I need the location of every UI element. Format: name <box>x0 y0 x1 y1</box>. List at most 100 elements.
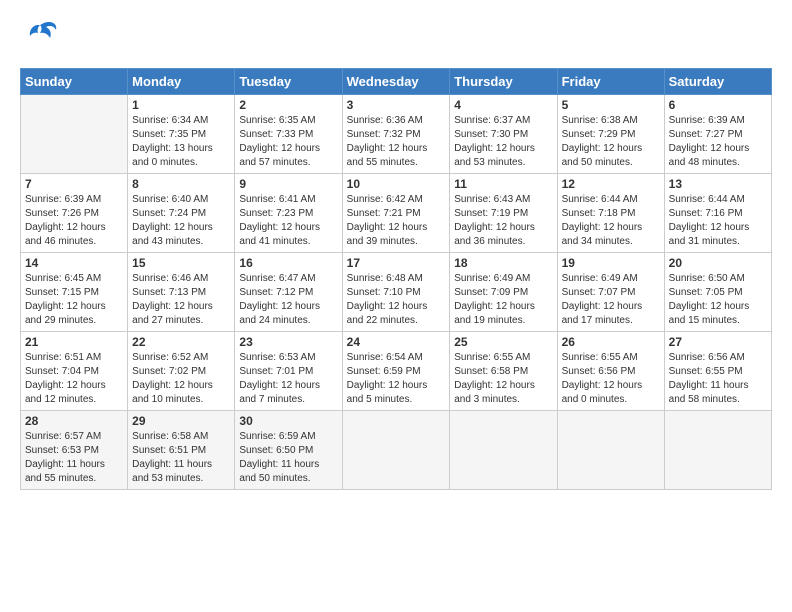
day-info: Sunrise: 6:52 AM Sunset: 7:02 PM Dayligh… <box>132 351 230 407</box>
day-info: Sunrise: 6:58 AM Sunset: 6:51 PM Dayligh… <box>132 430 230 486</box>
day-info: Sunrise: 6:36 AM Sunset: 7:32 PM Dayligh… <box>347 114 446 170</box>
calendar-cell: 16Sunrise: 6:47 AM Sunset: 7:12 PM Dayli… <box>235 253 342 332</box>
calendar-cell: 12 Sunrise: 6:44 AM Sunset: 7:18 PM Dayli… <box>557 174 664 253</box>
calendar-cell <box>342 411 450 490</box>
week-row-1: 1 Sunrise: 6:34 AM Sunset: 7:35 PM Daylig… <box>21 95 772 174</box>
calendar-cell: 23 Sunrise: 6:53 AM Sunset: 7:01 PM Dayli… <box>235 332 342 411</box>
calendar-cell: 28 Sunrise: 6:57 AM Sunset: 6:53 PM Dayli… <box>21 411 128 490</box>
day-info: Sunrise: 6:39 AM Sunset: 7:26 PM Dayligh… <box>25 193 123 249</box>
day-info: Sunrise: 6:34 AM Sunset: 7:35 PM Dayligh… <box>132 114 230 170</box>
weekday-header-wednesday: Wednesday <box>342 69 450 95</box>
day-info: Sunrise: 6:55 AM Sunset: 6:58 PM Dayligh… <box>454 351 552 407</box>
day-number: 14 <box>25 256 123 270</box>
logo <box>20 16 68 60</box>
calendar-cell: 11 Sunrise: 6:43 AM Sunset: 7:19 PM Dayli… <box>450 174 557 253</box>
day-number: 19 <box>562 256 660 270</box>
calendar-cell: 14 Sunrise: 6:45 AM Sunset: 7:15 PM Dayli… <box>21 253 128 332</box>
week-row-4: 21 Sunrise: 6:51 AM Sunset: 7:04 PM Dayli… <box>21 332 772 411</box>
day-number: 17 <box>347 256 446 270</box>
day-info: Sunrise: 6:54 AM Sunset: 6:59 PM Dayligh… <box>347 351 446 407</box>
weekday-header-thursday: Thursday <box>450 69 557 95</box>
weekday-header-saturday: Saturday <box>664 69 771 95</box>
day-number: 10 <box>347 177 446 191</box>
day-number: 15 <box>132 256 230 270</box>
day-info: Sunrise: 6:57 AM Sunset: 6:53 PM Dayligh… <box>25 430 123 486</box>
calendar-cell: 30Sunrise: 6:59 AM Sunset: 6:50 PM Dayli… <box>235 411 342 490</box>
day-number: 30 <box>239 414 337 428</box>
day-number: 11 <box>454 177 552 191</box>
day-number: 1 <box>132 98 230 112</box>
day-info: Sunrise: 6:44 AM Sunset: 7:18 PM Dayligh… <box>562 193 660 249</box>
day-info: Sunrise: 6:44 AM Sunset: 7:16 PM Dayligh… <box>669 193 767 249</box>
day-info: Sunrise: 6:49 AM Sunset: 7:09 PM Dayligh… <box>454 272 552 328</box>
day-info: Sunrise: 6:48 AM Sunset: 7:10 PM Dayligh… <box>347 272 446 328</box>
day-number: 5 <box>562 98 660 112</box>
day-number: 8 <box>132 177 230 191</box>
header <box>20 16 772 60</box>
day-number: 12 <box>562 177 660 191</box>
day-number: 27 <box>669 335 767 349</box>
day-number: 20 <box>669 256 767 270</box>
calendar-table: SundayMondayTuesdayWednesdayThursdayFrid… <box>20 68 772 490</box>
calendar-cell: 3 Sunrise: 6:36 AM Sunset: 7:32 PM Daylig… <box>342 95 450 174</box>
day-info: Sunrise: 6:53 AM Sunset: 7:01 PM Dayligh… <box>239 351 337 407</box>
day-info: Sunrise: 6:41 AM Sunset: 7:23 PM Dayligh… <box>239 193 337 249</box>
day-info: Sunrise: 6:35 AM Sunset: 7:33 PM Dayligh… <box>239 114 337 170</box>
logo-icon <box>20 16 64 60</box>
calendar-cell: 26 Sunrise: 6:55 AM Sunset: 6:56 PM Dayli… <box>557 332 664 411</box>
calendar-cell: 20 Sunrise: 6:50 AM Sunset: 7:05 PM Dayli… <box>664 253 771 332</box>
day-info: Sunrise: 6:49 AM Sunset: 7:07 PM Dayligh… <box>562 272 660 328</box>
day-info: Sunrise: 6:40 AM Sunset: 7:24 PM Dayligh… <box>132 193 230 249</box>
day-number: 3 <box>347 98 446 112</box>
day-number: 16 <box>239 256 337 270</box>
day-info: Sunrise: 6:55 AM Sunset: 6:56 PM Dayligh… <box>562 351 660 407</box>
weekday-header-monday: Monday <box>128 69 235 95</box>
calendar-cell: 15 Sunrise: 6:46 AM Sunset: 7:13 PM Dayli… <box>128 253 235 332</box>
day-number: 2 <box>239 98 337 112</box>
day-info: Sunrise: 6:39 AM Sunset: 7:27 PM Dayligh… <box>669 114 767 170</box>
day-info: Sunrise: 6:50 AM Sunset: 7:05 PM Dayligh… <box>669 272 767 328</box>
day-number: 29 <box>132 414 230 428</box>
weekday-header-tuesday: Tuesday <box>235 69 342 95</box>
weekday-header-row: SundayMondayTuesdayWednesdayThursdayFrid… <box>21 69 772 95</box>
day-number: 7 <box>25 177 123 191</box>
day-number: 26 <box>562 335 660 349</box>
week-row-5: 28 Sunrise: 6:57 AM Sunset: 6:53 PM Dayli… <box>21 411 772 490</box>
week-row-3: 14 Sunrise: 6:45 AM Sunset: 7:15 PM Dayli… <box>21 253 772 332</box>
calendar-cell: 5Sunrise: 6:38 AM Sunset: 7:29 PM Daylig… <box>557 95 664 174</box>
day-number: 9 <box>239 177 337 191</box>
calendar-cell <box>557 411 664 490</box>
day-number: 23 <box>239 335 337 349</box>
calendar-cell: 7 Sunrise: 6:39 AM Sunset: 7:26 PM Daylig… <box>21 174 128 253</box>
day-number: 4 <box>454 98 552 112</box>
week-row-2: 7 Sunrise: 6:39 AM Sunset: 7:26 PM Daylig… <box>21 174 772 253</box>
day-number: 18 <box>454 256 552 270</box>
day-info: Sunrise: 6:51 AM Sunset: 7:04 PM Dayligh… <box>25 351 123 407</box>
day-info: Sunrise: 6:46 AM Sunset: 7:13 PM Dayligh… <box>132 272 230 328</box>
calendar-cell: 13Sunrise: 6:44 AM Sunset: 7:16 PM Dayli… <box>664 174 771 253</box>
day-info: Sunrise: 6:37 AM Sunset: 7:30 PM Dayligh… <box>454 114 552 170</box>
calendar-cell: 29 Sunrise: 6:58 AM Sunset: 6:51 PM Dayli… <box>128 411 235 490</box>
calendar-cell: 4 Sunrise: 6:37 AM Sunset: 7:30 PM Daylig… <box>450 95 557 174</box>
page: SundayMondayTuesdayWednesdayThursdayFrid… <box>0 0 792 612</box>
day-info: Sunrise: 6:42 AM Sunset: 7:21 PM Dayligh… <box>347 193 446 249</box>
calendar-cell <box>664 411 771 490</box>
day-info: Sunrise: 6:45 AM Sunset: 7:15 PM Dayligh… <box>25 272 123 328</box>
weekday-header-friday: Friday <box>557 69 664 95</box>
calendar-cell: 2 Sunrise: 6:35 AM Sunset: 7:33 PM Daylig… <box>235 95 342 174</box>
calendar-cell: 22Sunrise: 6:52 AM Sunset: 7:02 PM Dayli… <box>128 332 235 411</box>
calendar-cell: 21 Sunrise: 6:51 AM Sunset: 7:04 PM Dayli… <box>21 332 128 411</box>
calendar-cell: 25Sunrise: 6:55 AM Sunset: 6:58 PM Dayli… <box>450 332 557 411</box>
calendar-cell: 6 Sunrise: 6:39 AM Sunset: 7:27 PM Daylig… <box>664 95 771 174</box>
calendar-cell: 9 Sunrise: 6:41 AM Sunset: 7:23 PM Daylig… <box>235 174 342 253</box>
calendar-cell: 10 Sunrise: 6:42 AM Sunset: 7:21 PM Dayli… <box>342 174 450 253</box>
day-number: 28 <box>25 414 123 428</box>
day-number: 6 <box>669 98 767 112</box>
calendar-cell <box>21 95 128 174</box>
calendar-cell <box>450 411 557 490</box>
calendar-cell: 18 Sunrise: 6:49 AM Sunset: 7:09 PM Dayli… <box>450 253 557 332</box>
calendar-cell: 24 Sunrise: 6:54 AM Sunset: 6:59 PM Dayli… <box>342 332 450 411</box>
day-number: 21 <box>25 335 123 349</box>
day-info: Sunrise: 6:43 AM Sunset: 7:19 PM Dayligh… <box>454 193 552 249</box>
day-number: 24 <box>347 335 446 349</box>
